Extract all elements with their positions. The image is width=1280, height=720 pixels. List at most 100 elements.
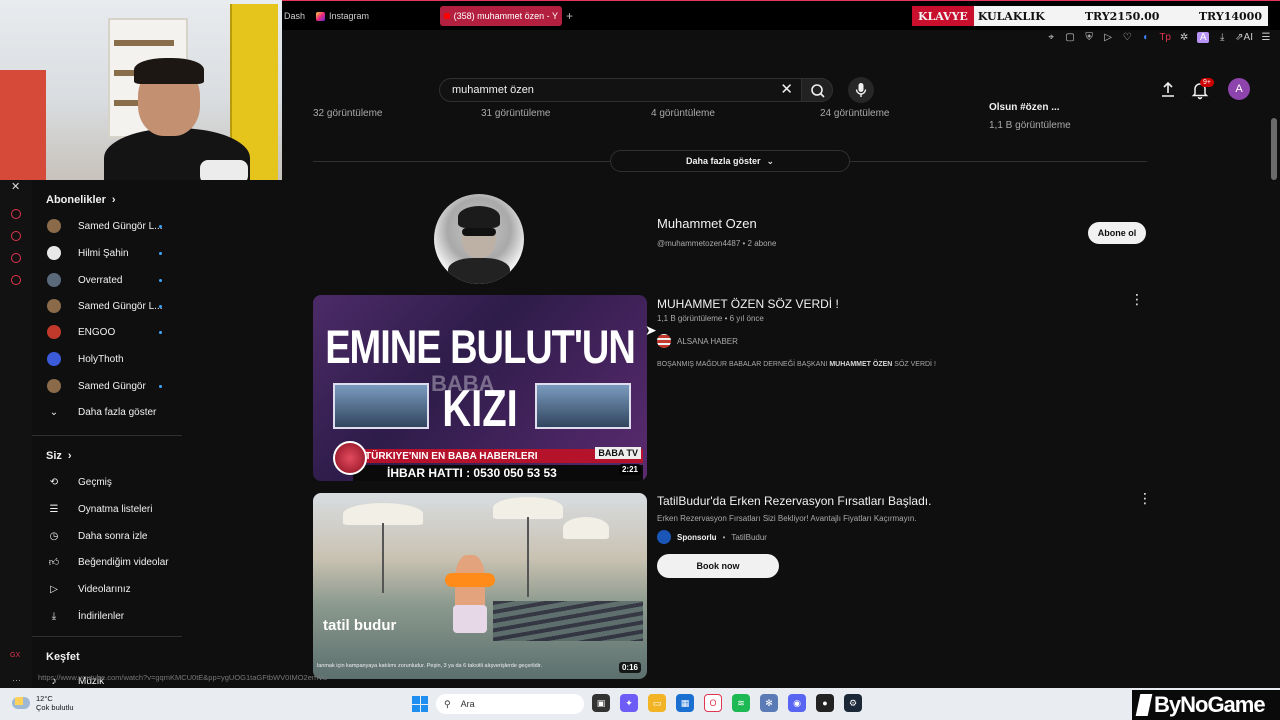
webcam-overlay bbox=[0, 0, 282, 180]
more-icon[interactable]: ··· bbox=[12, 675, 21, 685]
search-button[interactable] bbox=[801, 78, 833, 102]
your-videos-icon: ▷ bbox=[50, 583, 58, 595]
guide-item-history[interactable]: ⟲ Geçmiş bbox=[32, 470, 182, 494]
show-more-button[interactable]: Daha fazla göster ⌄ bbox=[610, 150, 850, 172]
windows-taskbar: 12°C Çok bulutlu ⚲ Ara ▣ ✦ ▭ ▦ O ≋ ✻ ◉ ●… bbox=[0, 688, 1280, 720]
notification-badge: 9+ bbox=[1200, 78, 1214, 87]
ad-title[interactable]: TatilBudur'da Erken Rezervasyon Fırsatla… bbox=[657, 494, 931, 508]
book-now-button[interactable]: Book now bbox=[657, 554, 779, 578]
video-thumbnail[interactable]: EMINE BULUT'UN BABA KIZI TÜRKIYE'NIN EN … bbox=[313, 295, 647, 481]
copilot-icon[interactable]: ✦ bbox=[620, 694, 638, 712]
extension-icon[interactable]: Tp bbox=[1159, 32, 1171, 43]
history-icon[interactable] bbox=[11, 231, 21, 241]
new-tab-button[interactable]: + bbox=[566, 9, 573, 23]
clear-icon[interactable]: ✕ bbox=[780, 80, 793, 98]
store-icon[interactable]: ▦ bbox=[676, 694, 694, 712]
separator: • bbox=[722, 532, 726, 542]
channel-avatar[interactable] bbox=[434, 194, 524, 284]
upload-button[interactable] bbox=[1158, 80, 1178, 100]
menu-icon[interactable]: ☰ bbox=[1260, 32, 1272, 43]
subscription-item[interactable]: HolyThoth bbox=[32, 347, 182, 371]
new-content-dot bbox=[159, 330, 162, 334]
opera-gx-icon[interactable]: O bbox=[704, 694, 722, 712]
profile-icon[interactable]: A bbox=[1197, 31, 1210, 43]
player-icon[interactable] bbox=[11, 209, 21, 219]
subscription-item[interactable]: Samed Güngör bbox=[32, 374, 182, 398]
close-icon[interactable]: ✕ bbox=[11, 180, 20, 193]
tab-dash[interactable]: Dash bbox=[280, 6, 309, 26]
channel-avatar bbox=[47, 352, 61, 366]
show-more-subscriptions[interactable]: ⌄ Daha fazla göster bbox=[32, 400, 182, 424]
heart-icon[interactable]: ♡ bbox=[1121, 32, 1133, 43]
tab-label: Dash bbox=[284, 11, 306, 21]
download-icon[interactable]: ⤓ bbox=[1216, 32, 1228, 43]
settings-icon[interactable] bbox=[11, 275, 21, 285]
video-title[interactable]: Olsun #özen ... bbox=[989, 102, 1060, 113]
steam-icon[interactable]: ⚙ bbox=[844, 694, 862, 712]
guide-item-downloads[interactable]: ⤓ İndirilenler bbox=[32, 604, 182, 628]
floaties bbox=[445, 573, 495, 587]
subscriptions-header[interactable]: Abonelikler › bbox=[46, 194, 116, 206]
heart-icon[interactable] bbox=[11, 253, 21, 263]
browser-toolbar: ⌖ ▢ ⛨ ▷ ♡ ◐ Tp ✲ A ⤓ ⇗AI ☰ bbox=[1045, 30, 1272, 44]
extension-icon[interactable]: ◐ bbox=[1140, 32, 1152, 43]
aria-ai-button[interactable]: ⇗AI bbox=[1235, 32, 1253, 43]
you-header[interactable]: Siz › bbox=[46, 450, 72, 462]
subscribe-button[interactable]: Abone ol bbox=[1088, 222, 1146, 244]
guide-item-playlists[interactable]: ☰ Oynatma listeleri bbox=[32, 497, 182, 521]
subscription-item[interactable]: ENGOO bbox=[32, 320, 182, 344]
ad-thumbnail[interactable]: tatil budur lanmak için kampanyaya katıl… bbox=[313, 493, 647, 679]
subscription-item[interactable]: Overrated bbox=[32, 268, 182, 292]
search-placeholder: Ara bbox=[460, 699, 475, 709]
temperature: 12°C bbox=[36, 694, 53, 703]
more-actions-icon[interactable]: ⋮ bbox=[1138, 491, 1152, 505]
desc-highlight: MUHAMMET ÖZEN bbox=[829, 361, 893, 368]
subscription-label: Samed Güngör L... bbox=[78, 300, 163, 312]
video-meta: 1,1 B görüntüleme • 6 yıl önce bbox=[657, 314, 764, 323]
spotify-icon[interactable]: ≋ bbox=[732, 694, 750, 712]
subscription-item[interactable]: Samed Güngör L... bbox=[32, 294, 182, 318]
guide-item-your-videos[interactable]: ▷ Videolarınız bbox=[32, 577, 182, 601]
voice-search-button[interactable] bbox=[848, 77, 874, 103]
video-title[interactable]: MUHAMMET ÖZEN SÖZ VERDİ ! bbox=[657, 297, 839, 311]
pin-icon[interactable]: ⌖ bbox=[1045, 32, 1057, 43]
taskbar-search[interactable]: ⚲ Ara bbox=[436, 694, 584, 714]
discord-icon[interactable]: ◉ bbox=[788, 694, 806, 712]
account-avatar[interactable]: A bbox=[1228, 78, 1250, 100]
new-content-dot bbox=[159, 224, 162, 228]
ticker-item: KULAKLIK bbox=[977, 9, 1045, 23]
bynogame-logo-mark bbox=[1135, 694, 1153, 716]
ad-advertiser[interactable]: Sponsorlu • TatilBudur bbox=[657, 530, 767, 544]
channel-name[interactable]: Muhammet Ozen bbox=[657, 216, 757, 231]
task-view-icon[interactable]: ▣ bbox=[592, 694, 610, 712]
file-explorer-icon[interactable]: ▭ bbox=[648, 694, 666, 712]
weather-widget[interactable]: 12°C Çok bulutlu bbox=[12, 694, 74, 712]
umbrella bbox=[493, 497, 563, 519]
show-more-label: Daha fazla göster bbox=[78, 406, 157, 418]
subscription-item[interactable]: Hilmi Şahin bbox=[32, 241, 182, 265]
video-views: 31 görüntüleme bbox=[481, 108, 551, 119]
tab-youtube[interactable]: (358) muhammet özen - Y bbox=[440, 6, 562, 26]
guide-item-watch-later[interactable]: ◷ Daha sonra izle bbox=[32, 524, 182, 548]
section-title: Siz bbox=[46, 450, 62, 462]
shield-icon[interactable]: ⛨ bbox=[1083, 32, 1095, 43]
scrollbar-thumb[interactable] bbox=[1271, 118, 1277, 180]
guide-label: Daha sonra izle bbox=[78, 530, 148, 542]
search-input[interactable]: muhammet özen ✕ bbox=[439, 78, 801, 102]
snapshot-icon[interactable]: ▢ bbox=[1064, 32, 1076, 43]
download-icon: ⤓ bbox=[51, 610, 57, 622]
more-actions-icon[interactable]: ⋮ bbox=[1130, 292, 1144, 306]
guide-item-liked[interactable]: 👍︎ Beğendiğim videolar bbox=[32, 550, 182, 574]
network-icon[interactable]: ✻ bbox=[760, 694, 778, 712]
chevron-down-icon: ⌄ bbox=[49, 406, 59, 418]
video-channel[interactable]: ALSANA HABER bbox=[657, 334, 738, 348]
puzzle-icon[interactable]: ✲ bbox=[1178, 32, 1190, 43]
tab-instagram[interactable]: Instagram bbox=[312, 6, 373, 26]
play-icon[interactable]: ▷ bbox=[1102, 32, 1114, 43]
start-button[interactable] bbox=[412, 696, 428, 712]
subscription-item[interactable]: Samed Güngör L... bbox=[32, 214, 182, 238]
umbrella bbox=[563, 517, 609, 539]
obs-icon[interactable]: ● bbox=[816, 694, 834, 712]
divider bbox=[32, 435, 182, 436]
ad-disclaimer: lanmak için kampanyaya katılımı zorunlud… bbox=[317, 663, 542, 669]
